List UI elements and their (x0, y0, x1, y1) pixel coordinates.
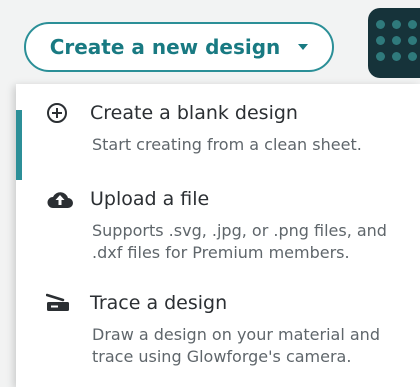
menu-item-upload-file[interactable]: Upload a file Supports .svg, .jpg, or .p… (46, 188, 416, 264)
design-thumbnail[interactable] (368, 8, 420, 78)
menu-item-description: Draw a design on your material and trace… (92, 325, 380, 366)
menu-item-title: Upload a file (90, 188, 210, 210)
create-new-design-label: Create a new design (49, 35, 281, 59)
chevron-down-icon (298, 44, 309, 50)
menu-item-trace-design[interactable]: Trace a design Draw a design on your mat… (46, 292, 416, 368)
menu-item-description: Supports .svg, .jpg, or .png files, and … (92, 221, 387, 262)
cloud-upload-icon (46, 188, 74, 210)
menu-item-title: Create a blank design (90, 102, 298, 124)
menu-item-create-blank-design[interactable]: Create a blank design Start creating fro… (46, 102, 416, 156)
menu-item-description: Start creating from a clean sheet. (92, 135, 362, 154)
menu-accent-bar (16, 110, 22, 180)
scanner-icon (46, 292, 74, 314)
plus-circle-icon (46, 102, 74, 124)
top-bar: Create a new design (0, 0, 420, 90)
create-new-design-button[interactable]: Create a new design (24, 22, 334, 72)
menu-item-title: Trace a design (90, 292, 228, 314)
